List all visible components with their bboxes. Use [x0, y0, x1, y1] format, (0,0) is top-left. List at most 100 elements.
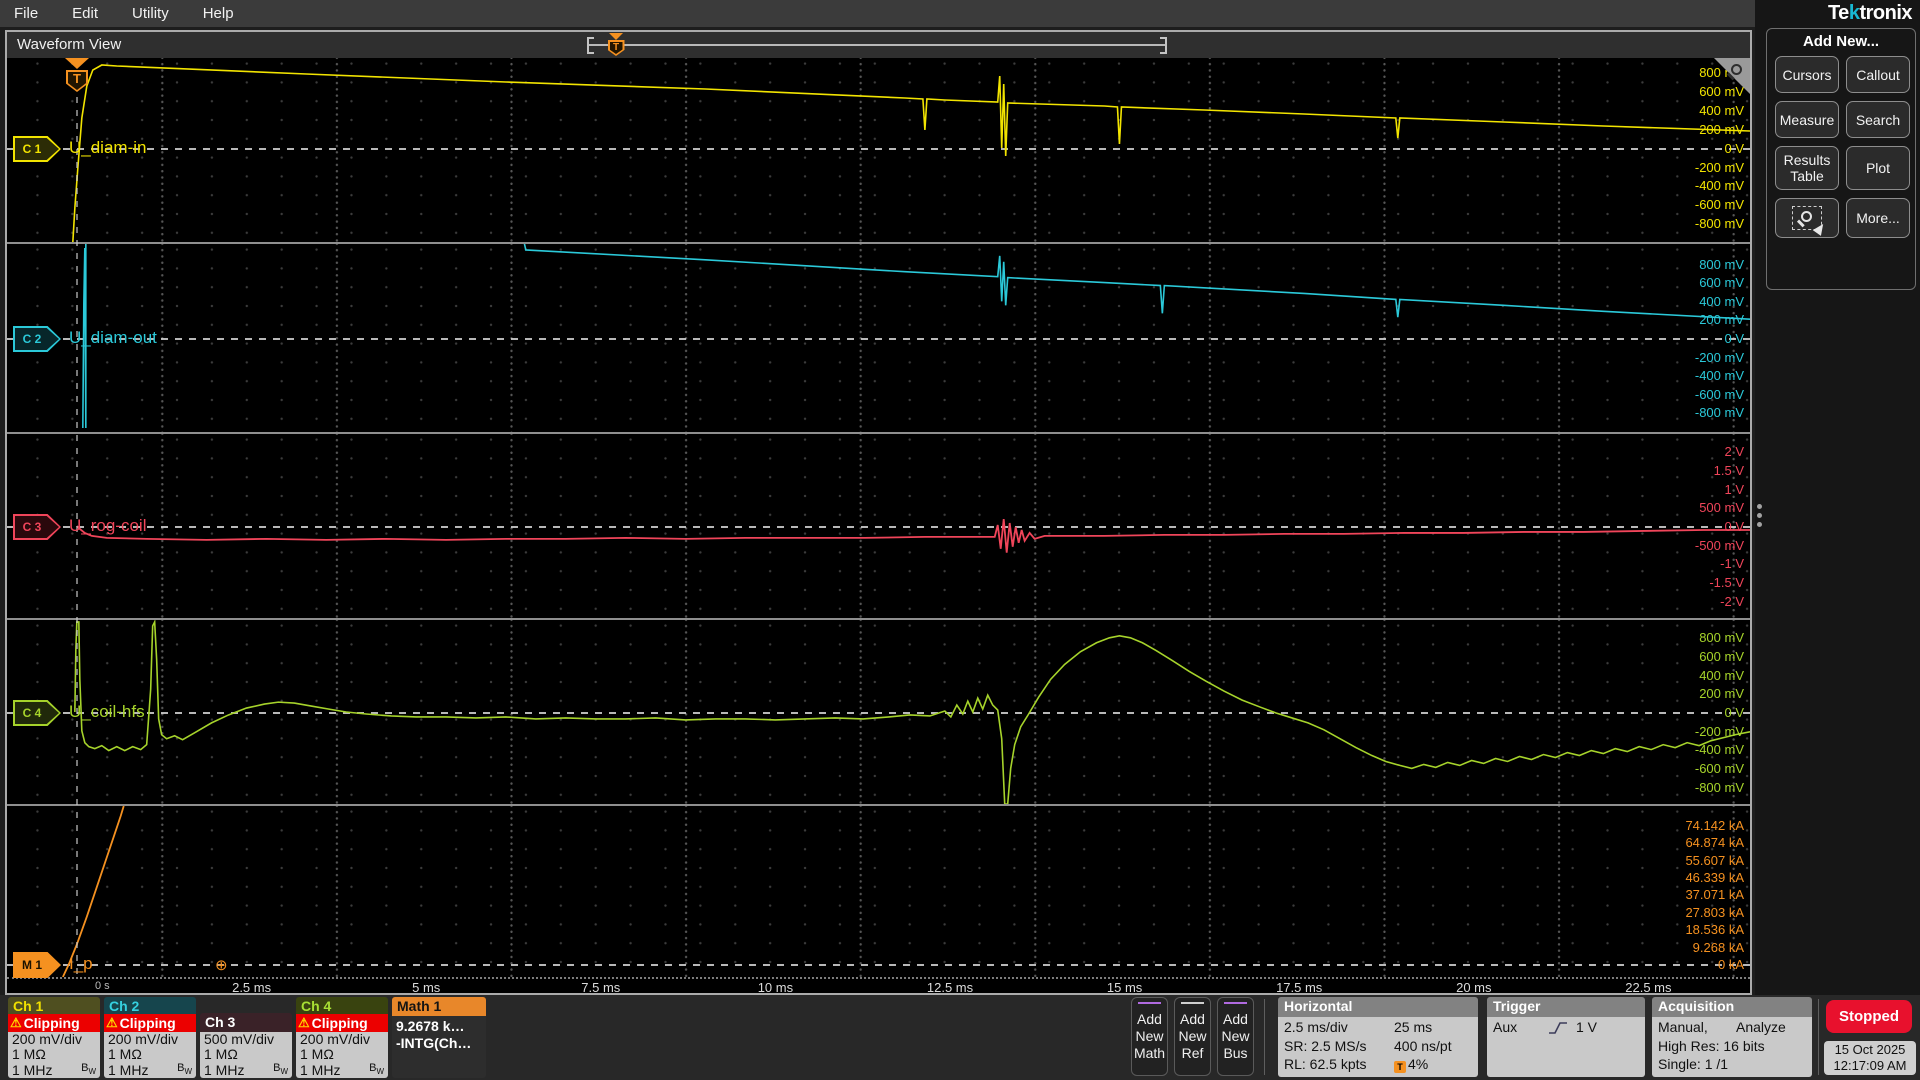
axis-tick-label: 200 mV [1699, 121, 1744, 137]
panel-drag-handle[interactable] [1757, 500, 1762, 531]
bottom-dock: Ch 1 ⚠ Clipping 200 mV/div 1 MΩ 1 MHz BW … [0, 995, 1920, 1080]
waveform-view-titlebar[interactable]: Waveform View T [7, 32, 1750, 58]
axis-tick-label: -400 mV [1694, 368, 1744, 384]
ch4-badge[interactable]: Ch 4 ⚠ Clipping 200 mV/div 1 MΩ 1 MHz BW [296, 997, 388, 1078]
axis-tick-label: 400 mV [1699, 102, 1744, 118]
measure-button[interactable]: Measure [1775, 101, 1839, 138]
add-new-header: Add New... [1802, 33, 1880, 50]
axis-tick-label: 0 V [1724, 331, 1744, 346]
axis-tick-label: 0 kA [1717, 957, 1744, 972]
acquisition-preview-ruler[interactable]: T [587, 33, 1167, 56]
axis-tick-label: -600 mV [1694, 761, 1744, 777]
graticule-m1[interactable]: 74.142 kA 64.874 kA 55.607 kA 46.339 kA 37.0… [7, 804, 1750, 978]
axis-tick-label: -1.5 V [1709, 575, 1744, 591]
graticule-c4[interactable]: 800 mV 600 mV 400 mV 200 mV 0 V -200 mV -400 m… [7, 618, 1750, 804]
c2-label[interactable]: U_diam-out [69, 328, 157, 348]
time-tick-label: 10 ms [757, 980, 794, 995]
ch3-badge[interactable]: Ch 3 500 mV/div 1 MΩ 1 MHz BW [200, 1013, 292, 1078]
bandwidth-icon: BW [273, 1061, 288, 1076]
ruler-line [587, 44, 1167, 46]
c3-trace [76, 518, 1750, 553]
axis-tick-label: 37.071 kA [1685, 887, 1744, 903]
time-label: 12:17:09 AM [1833, 1058, 1907, 1073]
axis-tick-label: 74.142 kA [1685, 817, 1744, 833]
results-table-button[interactable]: Results Table [1775, 146, 1839, 190]
axis-tick-label: -800 mV [1694, 216, 1744, 232]
trigger-t-icon: T [66, 70, 88, 92]
rising-edge-icon [1549, 1022, 1567, 1034]
trigger-t-icon: T [607, 40, 625, 56]
bandwidth-icon: BW [369, 1061, 384, 1076]
ruler-left-bracket[interactable] [587, 37, 594, 54]
axis-tick-label: 200 mV [1699, 686, 1744, 702]
ch2-clipping-warning: ⚠ Clipping [104, 1014, 196, 1032]
c1-label[interactable]: U_diam-in [69, 138, 146, 158]
axis-tick-label: -1 V [1720, 556, 1744, 572]
c4-label[interactable]: U_coil-hfs [69, 702, 145, 722]
more-button[interactable]: More... [1846, 198, 1910, 238]
axis-tick-label: 64.874 kA [1685, 835, 1744, 851]
ch4-clipping-warning: ⚠ Clipping [296, 1014, 388, 1032]
time-tick-label: 22.5 ms [1625, 980, 1672, 995]
axis-tick-label: -800 mV [1694, 405, 1744, 421]
warning-icon: ⚠ [106, 1014, 118, 1030]
axis-tick-label: 1 V [1724, 481, 1744, 497]
time-tick-label: 5 ms [412, 980, 441, 995]
axis-tick-label: 600 mV [1699, 648, 1744, 664]
zoom-select-button[interactable] [1775, 198, 1839, 238]
ruler-right-bracket[interactable] [1160, 37, 1167, 54]
axis-tick-label: 600 mV [1699, 275, 1744, 291]
add-new-ref-button[interactable]: Add New Ref [1174, 997, 1211, 1076]
axis-tick-label: 400 mV [1699, 667, 1744, 683]
trigger-panel[interactable]: Trigger Aux 1 V [1487, 997, 1645, 1077]
menu-help[interactable]: Help [203, 5, 254, 22]
plot-trigger-marker[interactable]: T [64, 58, 90, 92]
dock-divider [1818, 999, 1819, 1075]
axis-tick-label: -600 mV [1694, 386, 1744, 402]
waveform-view-title: Waveform View [17, 36, 122, 53]
axis-tick-label: -200 mV [1694, 159, 1744, 175]
menu-utility[interactable]: Utility [132, 5, 189, 22]
callout-button[interactable]: Callout [1846, 56, 1910, 93]
axis-tick-label: 46.339 kA [1685, 870, 1744, 885]
bandwidth-icon: BW [177, 1061, 192, 1076]
ch2-badge[interactable]: Ch 2 ⚠ Clipping 200 mV/div 1 MΩ 1 MHz BW [104, 997, 196, 1078]
time-tick-label: 20 ms [1456, 980, 1492, 995]
menu-edit[interactable]: Edit [72, 5, 118, 22]
m1-trace [62, 806, 125, 977]
add-new-bus-button[interactable]: Add New Bus [1217, 997, 1254, 1076]
ruler-trigger-marker[interactable]: T [607, 33, 625, 56]
axis-tick-label: 55.607 kA [1685, 852, 1744, 868]
math1-badge[interactable]: Math 1 9.2678 k… -INTG(Ch… [392, 997, 486, 1078]
run-stop-status[interactable]: Stopped [1826, 1000, 1912, 1033]
m1-label[interactable]: I_p [69, 954, 93, 974]
search-button[interactable]: Search [1846, 101, 1910, 138]
axis-tick-label: -800 mV [1694, 779, 1744, 795]
axis-tick-label: 27.803 kA [1685, 904, 1744, 920]
ch1-badge[interactable]: Ch 1 ⚠ Clipping 200 mV/div 1 MΩ 1 MHz BW [8, 997, 100, 1078]
date-label: 15 Oct 2025 [1834, 1042, 1906, 1057]
add-new-group: Add New... Cursors Callout Measure Searc… [1766, 28, 1916, 290]
axis-tick-label: 400 mV [1699, 293, 1744, 309]
graticule-c2[interactable]: 800 mV 600 mV 400 mV 200 mV 0 V -200 mV -400 m… [7, 242, 1750, 432]
axis-tick-label: 0 V [1724, 705, 1744, 720]
axis-tick-label: 2 V [1724, 444, 1744, 460]
c3-label[interactable]: U_rog-coil [69, 516, 146, 536]
dock-divider [1264, 999, 1265, 1075]
add-new-math-button[interactable]: Add New Math [1131, 997, 1168, 1076]
ch1-clipping-warning: ⚠ Clipping [8, 1014, 100, 1032]
horizontal-panel[interactable]: Horizontal 2.5 ms/div 25 ms SR: 2.5 MS/s 4… [1278, 997, 1478, 1077]
time-zero-label: 0 s [95, 980, 110, 992]
axis-tick-label: 200 mV [1699, 312, 1744, 328]
graticule-c1[interactable]: 800 mV 600 mV 400 mV 200 mV 0 V -200 mV -400 m… [7, 58, 1750, 242]
time-axis: 0 s 2.5 ms 5 ms 7.5 ms 10 ms 12.5 ms 15 ms 17.… [7, 977, 1750, 995]
cursors-button[interactable]: Cursors [1775, 56, 1839, 93]
menu-file[interactable]: File [14, 5, 58, 22]
graticule-c3[interactable]: 2 V 1.5 V 1 V 500 mV 0 V -500 mV -1 V -1.5 V -2 … [7, 432, 1750, 618]
c1-trace [72, 64, 1750, 242]
axis-tick-label: 18.536 kA [1685, 922, 1744, 938]
warning-icon: ⚠ [298, 1014, 310, 1030]
datetime-display: 15 Oct 2025 12:17:09 AM [1824, 1041, 1916, 1075]
plot-button[interactable]: Plot [1846, 146, 1910, 190]
acquisition-panel[interactable]: Acquisition Manual, Analyze High Res: 16 … [1652, 997, 1812, 1077]
